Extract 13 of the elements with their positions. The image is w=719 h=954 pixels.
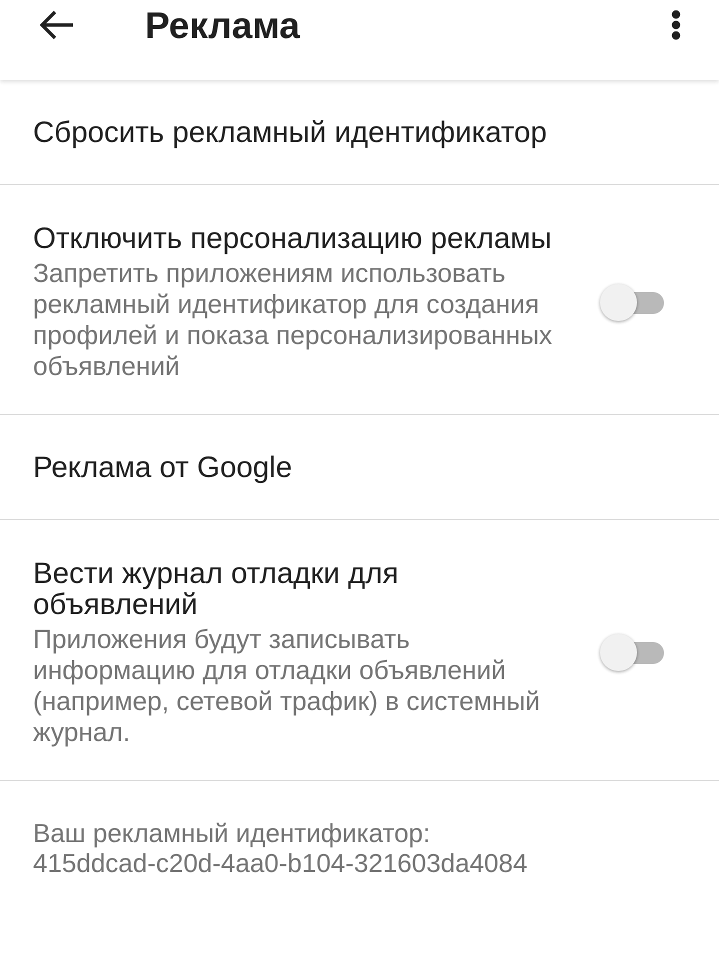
- setting-description: Приложения будут записывать информацию для отладки объявлений (например, сетевой трафик) в системный журнал.: [33, 624, 541, 748]
- advertising-id-label: Ваш рекламный идентификатор:: [33, 818, 432, 848]
- list-item[interactable]: Сбросить рекламный идентификатор: [0, 80, 719, 185]
- setting-description: Запретить приложениям использовать рекламный идентификатор для создания профилей и показа персонализированных объявлений: [33, 258, 554, 382]
- back-arrow-icon: [40, 10, 74, 40]
- toggle-switch[interactable]: [598, 282, 666, 322]
- advertising-id: 415ddcad-c20d-4aa0-b104-321603da4084: [33, 848, 528, 878]
- list-item[interactable]: Реклама от Google: [0, 415, 719, 520]
- three-dots-icon: [671, 10, 681, 40]
- setting-title: Отключить персонализацию рекламы: [33, 223, 553, 254]
- toggle-switch[interactable]: [598, 633, 666, 673]
- screen-title: Реклама: [145, 5, 300, 47]
- setting-title: Вести журнал отладки для объявлений: [33, 558, 400, 620]
